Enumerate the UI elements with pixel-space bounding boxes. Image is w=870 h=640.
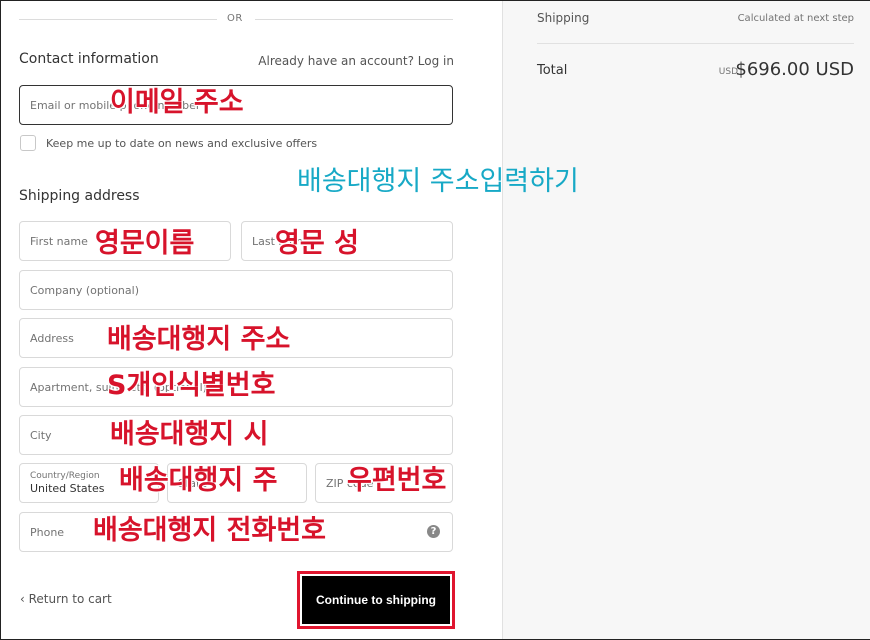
annotation-first-name: 영문이름 bbox=[95, 228, 195, 259]
summary-divider bbox=[537, 43, 854, 44]
annotation-phone: 배송대행지 전화번호 bbox=[93, 515, 326, 546]
order-summary-panel: Shipping Calculated at next step Total U… bbox=[502, 1, 870, 639]
city-placeholder: City bbox=[30, 428, 52, 442]
login-link[interactable]: Already have an account? Log in bbox=[258, 54, 454, 68]
newsletter-checkbox[interactable] bbox=[20, 135, 36, 151]
divider-line-left bbox=[19, 19, 217, 20]
or-divider: OR bbox=[19, 9, 453, 29]
annotation-heading: 배송대행지 주소입력하기 bbox=[297, 166, 579, 197]
annotation-address: 배송대행지 주소 bbox=[107, 324, 291, 355]
address-placeholder: Address bbox=[30, 331, 74, 345]
newsletter-option[interactable]: Keep me up to date on news and exclusive… bbox=[20, 135, 317, 151]
return-to-cart-link[interactable]: ‹ Return to cart bbox=[20, 592, 112, 606]
country-label: Country/Region bbox=[30, 471, 100, 481]
question-circle-icon[interactable]: ? bbox=[427, 525, 440, 538]
company-placeholder: Company (optional) bbox=[30, 283, 139, 297]
annotation-last-name: 영문 성 bbox=[275, 228, 359, 259]
total-value: $696.00 USD bbox=[735, 59, 854, 80]
shipping-summary-value: Calculated at next step bbox=[737, 13, 854, 24]
or-label: OR bbox=[227, 13, 243, 24]
newsletter-label: Keep me up to date on news and exclusive… bbox=[46, 136, 318, 150]
annotation-zip: 우편번호 bbox=[347, 465, 447, 496]
company-field[interactable]: Company (optional) bbox=[19, 270, 453, 310]
divider-line-right bbox=[255, 19, 453, 20]
total-label: Total bbox=[537, 63, 568, 78]
shipping-title: Shipping address bbox=[19, 188, 140, 204]
annotation-city: 배송대행지 시 bbox=[110, 419, 269, 450]
shipping-summary-label: Shipping bbox=[537, 11, 590, 25]
annotation-apartment: S개인식별번호 bbox=[107, 370, 276, 401]
annotation-state: 배송대행지 주 bbox=[119, 465, 278, 496]
continue-to-shipping-button[interactable]: Continue to shipping bbox=[302, 576, 450, 624]
phone-placeholder: Phone bbox=[30, 525, 65, 539]
contact-title: Contact information bbox=[19, 51, 159, 67]
continue-button-highlight: Continue to shipping bbox=[297, 571, 455, 629]
annotation-email: 이메일 주소 bbox=[110, 87, 244, 118]
first-name-placeholder: First name bbox=[30, 234, 88, 248]
country-value: United States bbox=[30, 482, 105, 495]
